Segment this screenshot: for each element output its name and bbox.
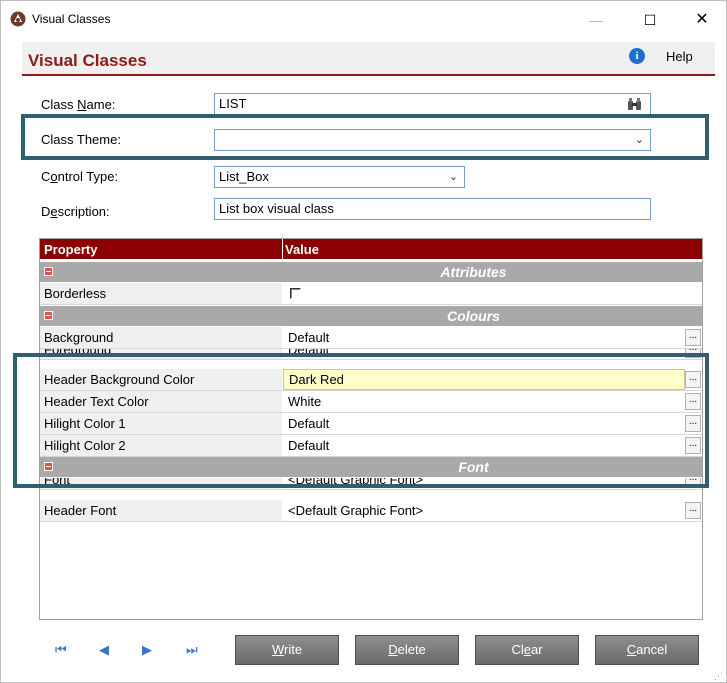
info-icon: i	[629, 48, 645, 64]
category-colours[interactable]: Colours	[40, 306, 702, 326]
chevron-down-icon: ⌄	[448, 171, 458, 183]
control-type-value: List_Box	[219, 169, 269, 184]
property-name: Background	[40, 327, 282, 348]
table-row[interactable]: Background Default ...	[40, 327, 702, 349]
property-name: Header Font	[40, 500, 282, 521]
delete-button[interactable]: Delete	[355, 635, 459, 665]
column-header-property: Property	[44, 242, 98, 257]
page-header: Visual Classes i Help	[22, 42, 715, 76]
previous-record-icon[interactable]: ◀	[99, 642, 117, 658]
ellipsis-button[interactable]: ...	[685, 329, 701, 346]
clear-button[interactable]: Clear	[475, 635, 579, 665]
app-logo-icon	[10, 11, 26, 27]
highlight-box-colour-properties	[13, 353, 709, 488]
window-title: Visual Classes	[32, 12, 111, 26]
ellipsis-button[interactable]: ...	[685, 502, 701, 519]
property-value[interactable]: <Default Graphic Font>	[283, 500, 685, 521]
maximize-button[interactable]: ☐	[635, 9, 665, 31]
binoculars-icon[interactable]	[627, 97, 642, 111]
column-separator	[282, 239, 283, 259]
property-value[interactable]: Default	[283, 327, 685, 348]
title-bar: Visual Classes — ☐ ✕	[1, 1, 726, 39]
next-record-icon[interactable]: ▶	[142, 642, 160, 658]
borderless-checkbox[interactable]	[290, 288, 301, 299]
property-value[interactable]	[283, 283, 685, 304]
help-button[interactable]: i Help	[624, 44, 712, 70]
resize-grip-icon[interactable]: ⋰	[714, 671, 724, 681]
page-title: Visual Classes	[28, 51, 147, 70]
highlight-box-class-theme	[21, 114, 709, 160]
category-label: Attributes	[440, 264, 507, 280]
column-header-value: Value	[285, 242, 319, 257]
description-input[interactable]: List box visual class	[214, 198, 651, 220]
first-record-icon[interactable]: ⏮	[55, 642, 73, 658]
description-label: Description:	[41, 204, 110, 219]
control-type-label: Control Type:	[41, 169, 119, 184]
control-type-dropdown[interactable]: List_Box ⌄	[214, 166, 465, 188]
category-attributes[interactable]: Attributes	[40, 262, 702, 282]
cancel-button[interactable]: Cancel	[595, 635, 699, 665]
property-name: Borderless	[40, 283, 282, 304]
class-name-label: Class Name:	[41, 97, 116, 112]
close-button[interactable]: ✕	[687, 9, 717, 31]
class-name-value: LIST	[219, 96, 247, 111]
grid-header: Property Value	[40, 239, 702, 259]
visual-classes-window: Visual Classes — ☐ ✕ Visual Classes i He…	[0, 0, 727, 683]
minimize-button[interactable]: —	[581, 9, 611, 31]
table-row[interactable]: Header Font <Default Graphic Font> ...	[40, 500, 702, 522]
write-button[interactable]: Write	[235, 635, 339, 665]
last-record-icon[interactable]: ⏭	[186, 642, 204, 658]
help-label: Help	[666, 49, 693, 64]
category-label: Colours	[447, 308, 500, 324]
table-row[interactable]: Borderless	[40, 283, 702, 305]
class-name-input[interactable]: LIST	[214, 93, 651, 115]
description-value: List box visual class	[219, 201, 334, 216]
